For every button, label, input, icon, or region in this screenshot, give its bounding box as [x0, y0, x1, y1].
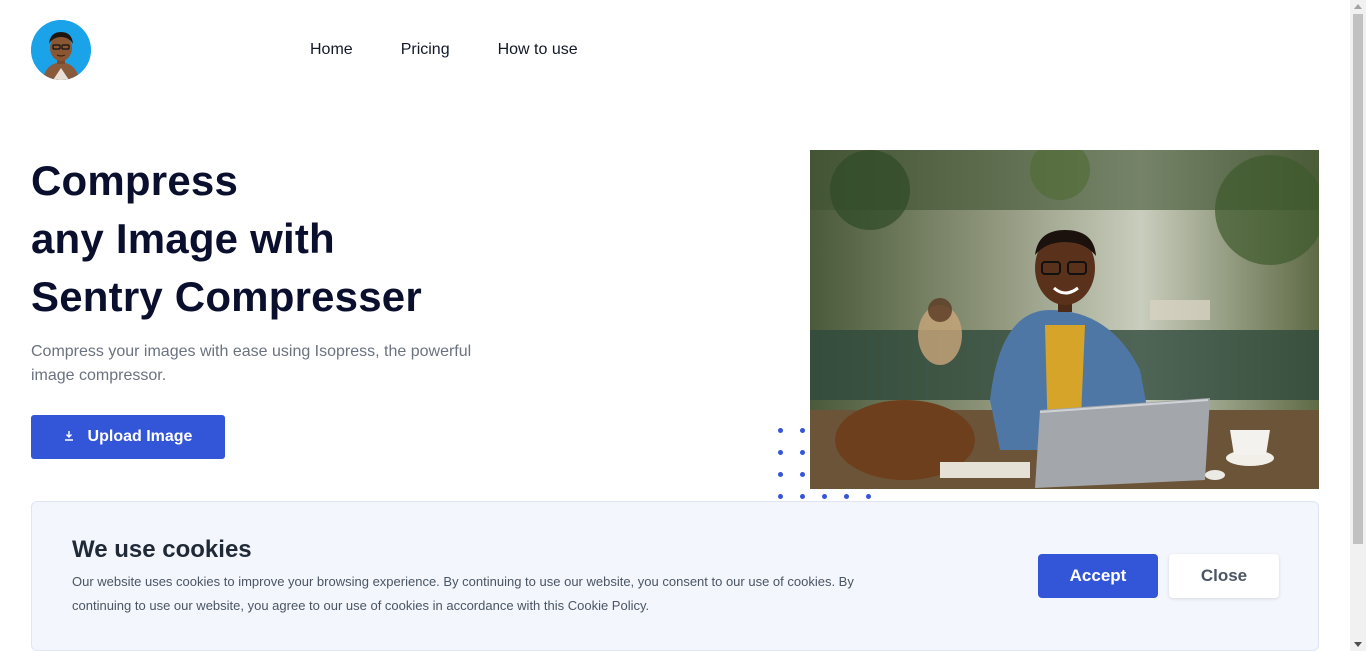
scrollbar-thumb[interactable]: [1353, 14, 1363, 544]
cookie-banner: We use cookies Our website uses cookies …: [31, 501, 1319, 651]
upload-image-label: Upload Image: [87, 428, 193, 445]
page-scrollbar[interactable]: [1350, 0, 1366, 651]
nav-pricing-link[interactable]: Pricing: [401, 40, 450, 60]
hero-title: Compress any Image with Sentry Compresse…: [31, 152, 591, 326]
hero-section: Compress any Image with Sentry Compresse…: [31, 152, 591, 459]
nav-home-link[interactable]: Home: [310, 40, 353, 60]
close-cookies-button[interactable]: Close: [1169, 554, 1279, 598]
hero-photo: [810, 150, 1319, 489]
scroll-up-arrow-icon[interactable]: [1354, 4, 1362, 9]
hero-title-line: Sentry Compresser: [31, 273, 422, 320]
avatar-icon: [31, 20, 91, 80]
site-header: Home Pricing How to use: [0, 0, 1350, 100]
cookie-text: Our website uses cookies to improve your…: [72, 574, 854, 613]
upload-image-button[interactable]: Upload Image: [31, 415, 225, 459]
avatar-logo[interactable]: [31, 20, 91, 80]
main-nav: Home Pricing How to use: [310, 40, 578, 60]
hero-title-line: any Image with: [31, 215, 335, 262]
man-with-laptop-image: [810, 150, 1319, 489]
download-icon: [64, 430, 74, 444]
hero-subtitle: Compress your images with ease using Iso…: [31, 343, 472, 384]
nav-how-to-use-link[interactable]: How to use: [498, 40, 578, 60]
cookie-title: We use cookies: [72, 536, 252, 563]
scroll-down-arrow-icon[interactable]: [1354, 642, 1362, 647]
hero-title-line: Compress: [31, 157, 239, 204]
accept-cookies-button[interactable]: Accept: [1038, 554, 1158, 598]
